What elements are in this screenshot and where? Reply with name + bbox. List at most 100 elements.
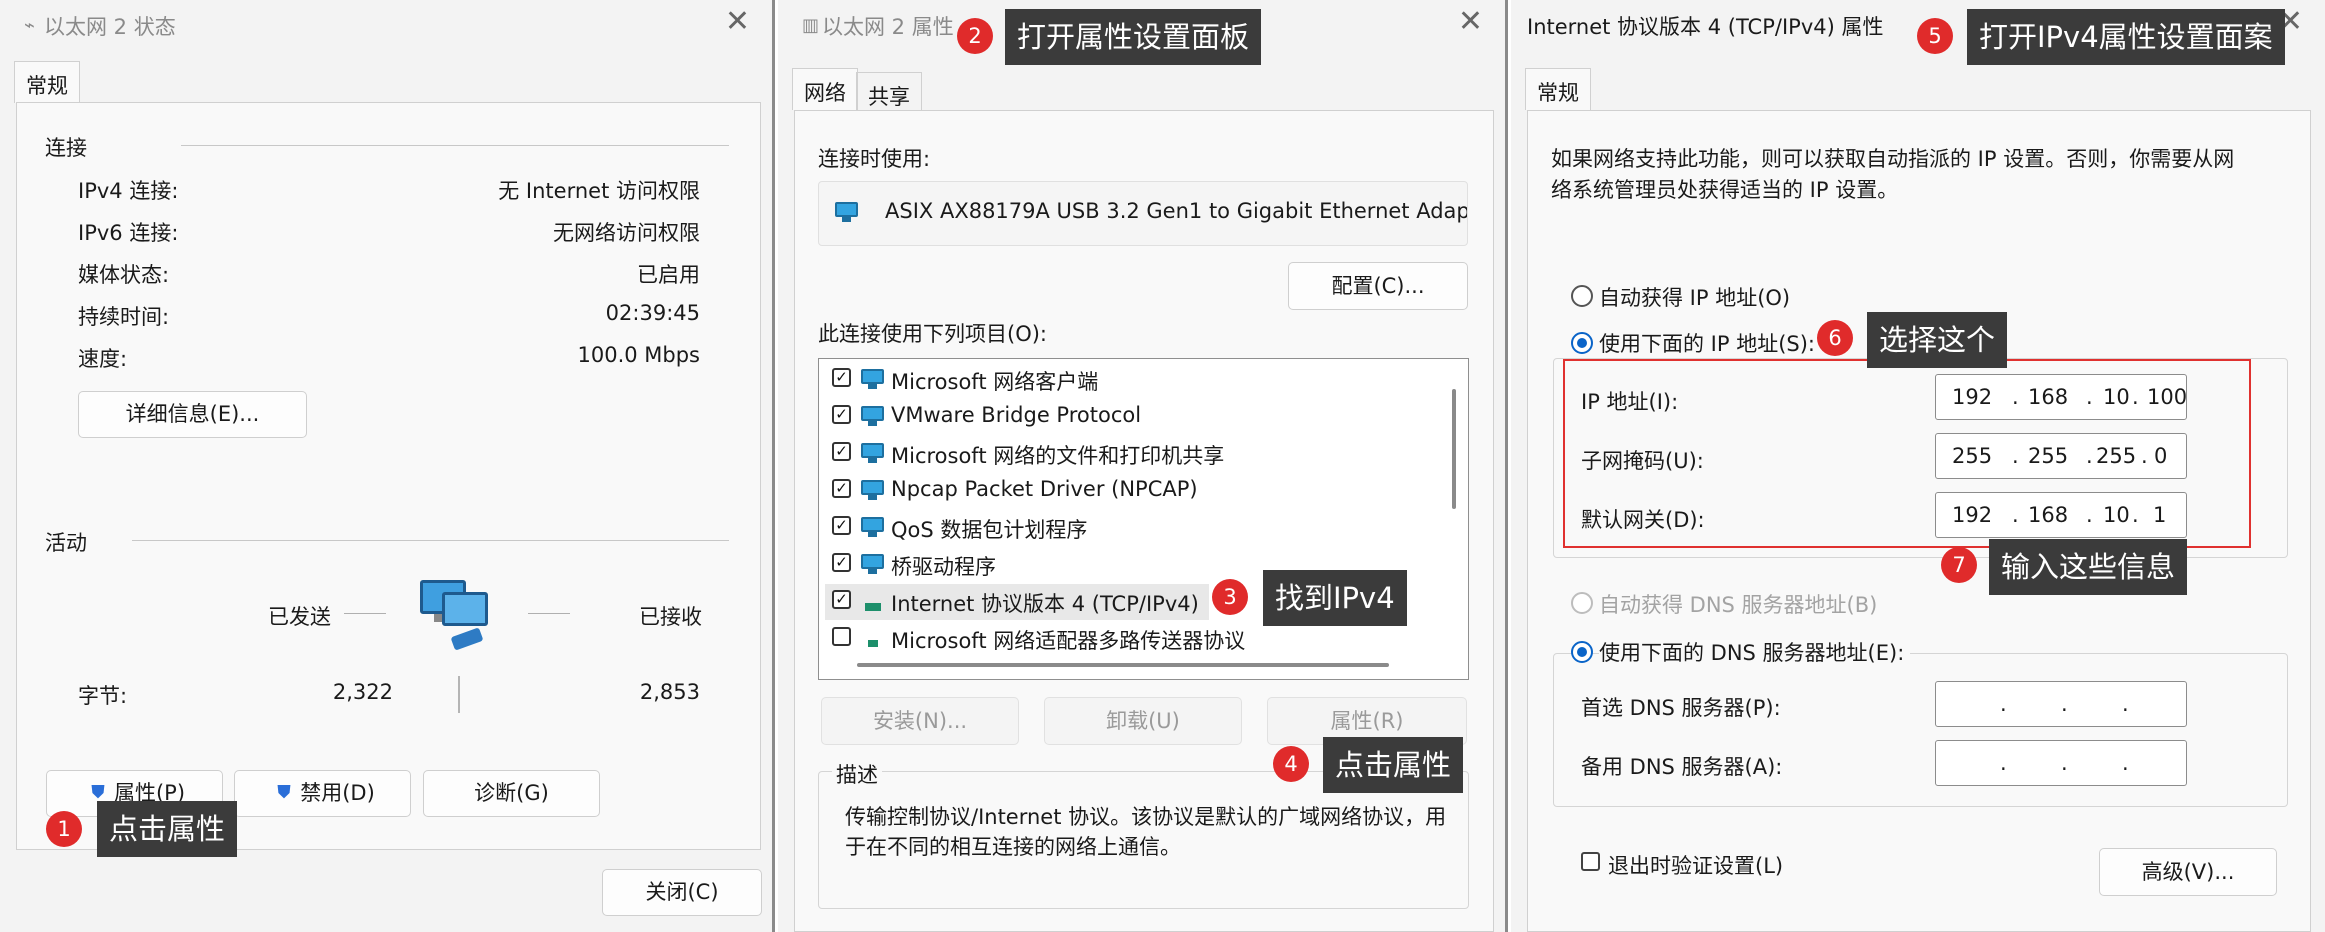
annotation-badge: 7 — [1941, 547, 1977, 583]
validate-on-exit-label[interactable]: 退出时验证设置(L) — [1608, 850, 1783, 880]
auto-dns-label[interactable]: 自动获得 DNS 服务器地址(B) — [1599, 589, 1877, 619]
checkbox[interactable]: ✓ — [832, 627, 851, 646]
media-state-value: 已启用 — [637, 263, 700, 287]
highlight-box — [1563, 359, 2251, 548]
section-divider — [181, 145, 729, 146]
bytes-label: 字节: — [78, 684, 128, 708]
octet-dot: . — [2000, 751, 2007, 775]
description-line-1: 传输控制协议/Internet 协议。该协议是默认的广域网络协议，用 — [845, 805, 1447, 829]
tab-general[interactable]: 常规 — [14, 61, 80, 103]
use-static-dns-radio[interactable] — [1571, 641, 1593, 663]
duration-value: 02:39:45 — [605, 301, 700, 325]
octet-dot: . — [2122, 751, 2129, 775]
bytes-sent-value: 2,322 — [332, 680, 393, 704]
annotation-badge: 2 — [957, 18, 993, 54]
list-item[interactable]: Npcap Packet Driver (NPCAP) — [891, 477, 1198, 501]
diagnose-button[interactable]: 诊断(G) — [423, 770, 600, 817]
validate-on-exit-checkbox[interactable]: ✓ — [1581, 852, 1600, 871]
annotation-badge: 5 — [1917, 18, 1953, 54]
use-static-dns-label[interactable]: 使用下面的 DNS 服务器地址(E): — [1599, 637, 1911, 667]
checkbox[interactable]: ✓ — [832, 479, 851, 498]
bytes-divider — [458, 676, 460, 713]
alternate-dns-label: 备用 DNS 服务器(A): — [1581, 755, 1783, 779]
checkbox[interactable]: ✓ — [832, 516, 851, 535]
annotation-label: 点击属性 — [1323, 737, 1464, 793]
title-bar: ⌁ 以太网 2 状态 ✕ — [0, 0, 772, 50]
list-item[interactable]: 桥驱动程序 — [891, 551, 996, 581]
network-client-icon — [861, 369, 884, 389]
tab-networking[interactable]: 网络 — [792, 68, 858, 110]
network-client-icon — [861, 406, 884, 426]
network-client-icon — [861, 517, 884, 537]
annotation-label: 点击属性 — [97, 801, 238, 857]
octet-dot: . — [2122, 692, 2129, 716]
network-client-icon — [861, 443, 884, 463]
close-icon[interactable]: ✕ — [1458, 7, 1483, 37]
list-item[interactable]: Microsoft 网络客户端 — [891, 366, 1098, 396]
screenshot-root: ⌁ 以太网 2 状态 ✕ 常规 连接 IPv4 连接: 无 Internet 访… — [0, 0, 2325, 932]
use-static-ip-label[interactable]: 使用下面的 IP 地址(S): — [1599, 328, 1821, 358]
auto-dns-radio[interactable] — [1571, 592, 1593, 614]
network-computers-icon — [412, 574, 498, 654]
speed-label: 速度: — [78, 347, 128, 371]
use-static-ip-radio[interactable] — [1571, 332, 1593, 354]
ipv4-label: IPv4 连接: — [78, 179, 179, 203]
list-item[interactable]: Microsoft 网络适配器多路传送器协议 — [891, 625, 1245, 655]
close-icon[interactable]: ✕ — [725, 7, 750, 37]
auto-ip-label[interactable]: 自动获得 IP 地址(O) — [1599, 282, 1790, 312]
annotation-label: 打开IPv4属性设置面案 — [1967, 9, 2285, 65]
close-button[interactable]: 关闭(C) — [602, 869, 762, 916]
checkbox[interactable]: ✓ — [832, 590, 851, 609]
checkbox[interactable]: ✓ — [832, 368, 851, 387]
install-button[interactable]: 安装(N)... — [821, 697, 1019, 745]
list-item-ipv4[interactable]: Internet 协议版本 4 (TCP/IPv4) — [891, 588, 1199, 618]
list-item[interactable]: VMware Bridge Protocol — [891, 403, 1141, 427]
checkbox[interactable]: ✓ — [832, 553, 851, 572]
annotation-badge: 6 — [1817, 320, 1853, 356]
bytes-received-value: 2,853 — [639, 680, 700, 704]
checkbox[interactable]: ✓ — [832, 442, 851, 461]
network-client-icon — [861, 480, 884, 500]
annotation-badge: 4 — [1273, 746, 1309, 782]
advanced-button[interactable]: 高级(V)... — [2099, 848, 2277, 896]
annotation-label: 打开属性设置面板 — [1005, 9, 1262, 65]
preferred-dns-input[interactable]: ... — [1935, 681, 2187, 727]
window-title: 以太网 2 属性 — [822, 15, 954, 39]
info-line-2: 络系统管理员处获得适当的 IP 设置。 — [1551, 178, 1899, 202]
items-list[interactable]: ✓ Microsoft 网络客户端 ✓ VMware Bridge Protoc… — [818, 358, 1469, 680]
configure-button[interactable]: 配置(C)... — [1288, 262, 1468, 310]
duration-label: 持续时间: — [78, 305, 170, 329]
description-label: 描述 — [832, 759, 882, 789]
octet-dot: . — [2061, 751, 2068, 775]
checkbox[interactable]: ✓ — [832, 405, 851, 424]
horizontal-scrollbar[interactable] — [857, 663, 1389, 667]
received-label: 已接收 — [639, 605, 702, 629]
annotation-label: 选择这个 — [1867, 312, 2008, 368]
description-line-2: 于在不同的相互连接的网络上通信。 — [845, 835, 1181, 859]
sent-label: 已发送 — [268, 605, 331, 629]
disable-button-label: 禁用(D) — [300, 781, 375, 805]
media-state-label: 媒体状态: — [78, 263, 170, 287]
disable-button[interactable]: ⛊ 禁用(D) — [234, 770, 411, 817]
preferred-dns-label: 首选 DNS 服务器(P): — [1581, 696, 1781, 720]
details-button[interactable]: 详细信息(E)... — [78, 391, 307, 438]
alternate-dns-input[interactable]: ... — [1935, 740, 2187, 786]
sent-line — [344, 613, 386, 614]
uac-shield-icon: ⛊ — [277, 782, 291, 803]
octet-dot: . — [2061, 692, 2068, 716]
section-divider — [132, 540, 729, 541]
activity-section-label: 活动 — [45, 531, 87, 555]
network-adapter-icon: ▥ — [802, 15, 820, 36]
auto-ip-radio[interactable] — [1571, 285, 1593, 307]
network-client-icon — [861, 554, 884, 574]
items-label: 此连接使用下列项目(O): — [818, 322, 1047, 346]
list-item[interactable]: Microsoft 网络的文件和打印机共享 — [891, 440, 1224, 470]
annotation-badge: 3 — [1212, 579, 1248, 615]
tab-general[interactable]: 常规 — [1525, 68, 1591, 110]
list-item[interactable]: QoS 数据包计划程序 — [891, 514, 1087, 544]
ipv4-value: 无 Internet 访问权限 — [498, 179, 700, 203]
uninstall-button[interactable]: 卸载(U) — [1044, 697, 1242, 745]
tab-sharing[interactable]: 共享 — [856, 72, 922, 114]
vertical-scrollbar[interactable] — [1452, 389, 1456, 509]
info-line-1: 如果网络支持此功能，则可以获取自动指派的 IP 设置。否则，你需要从网 — [1551, 147, 2235, 171]
